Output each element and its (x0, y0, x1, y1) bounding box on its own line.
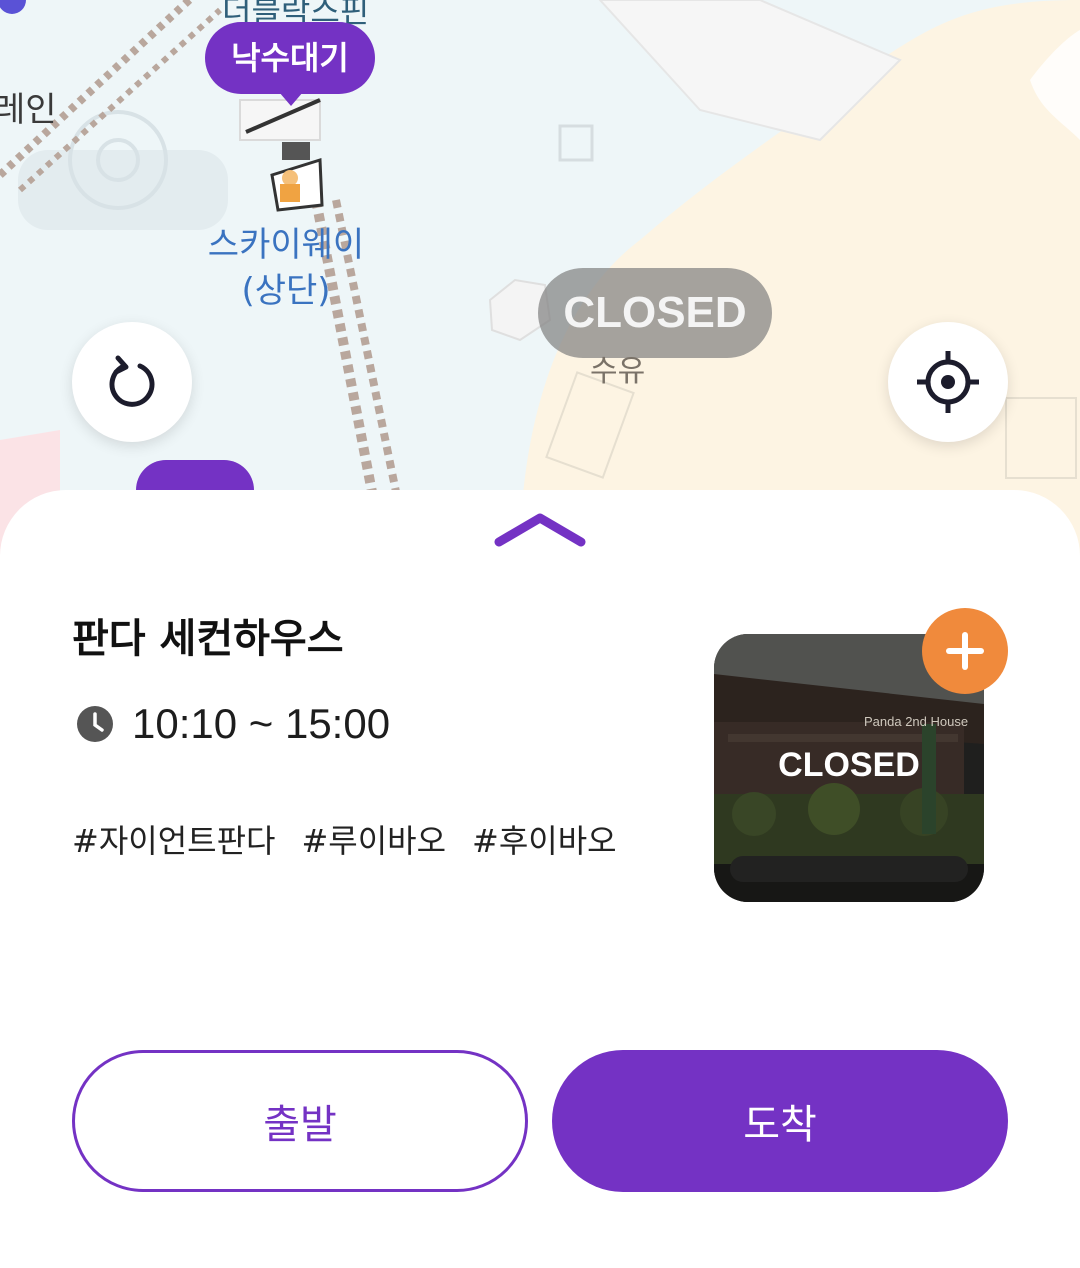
map-view[interactable]: 더블락스핀 레인 스카이웨이 (상단) 낙수대기 CLOSED 수유 (0, 0, 1080, 560)
map-label-suyu: 수유 (590, 354, 646, 389)
skyway-name: 스카이웨이 (207, 225, 365, 265)
refresh-icon (109, 355, 155, 407)
thumbnail-closed-label: CLOSED (778, 746, 920, 784)
refresh-button[interactable] (72, 322, 192, 442)
place-bottom-sheet: 판다 세컨하우스 10:10 ~ 15:00 #자이언트판다 #루이바오 #후이… (0, 490, 1080, 1268)
place-title: 판다 세컨하우스 (72, 616, 344, 662)
add-button[interactable] (922, 608, 1008, 694)
tag-item[interactable]: #루이바오 (301, 816, 446, 862)
thumbnail-sign: Panda 2nd House (864, 714, 968, 729)
arrive-button[interactable]: 도착 (552, 1050, 1008, 1192)
skyway-sub: (상단) (241, 271, 331, 311)
opening-hours: 10:10 ~ 15:00 (76, 700, 390, 748)
crosshair-icon (917, 351, 979, 413)
wait-pin[interactable]: 낙수대기 (205, 22, 375, 106)
locate-button[interactable] (888, 322, 1008, 442)
map-label-train: 레인 (0, 90, 57, 130)
chevron-up-icon[interactable] (493, 510, 587, 550)
tag-item[interactable]: #후이바오 (472, 816, 617, 862)
tag-item[interactable]: #자이언트판다 (72, 816, 275, 862)
closed-pin[interactable]: CLOSED (538, 268, 772, 358)
tag-list: #자이언트판다 #루이바오 #후이바오 (72, 816, 617, 862)
hours-text: 10:10 ~ 15:00 (132, 700, 391, 747)
map-label-skyway: 스카이웨이 (상단) (196, 222, 376, 314)
clock-icon (77, 706, 113, 742)
depart-button[interactable]: 출발 (72, 1050, 528, 1192)
plus-icon (946, 632, 984, 670)
